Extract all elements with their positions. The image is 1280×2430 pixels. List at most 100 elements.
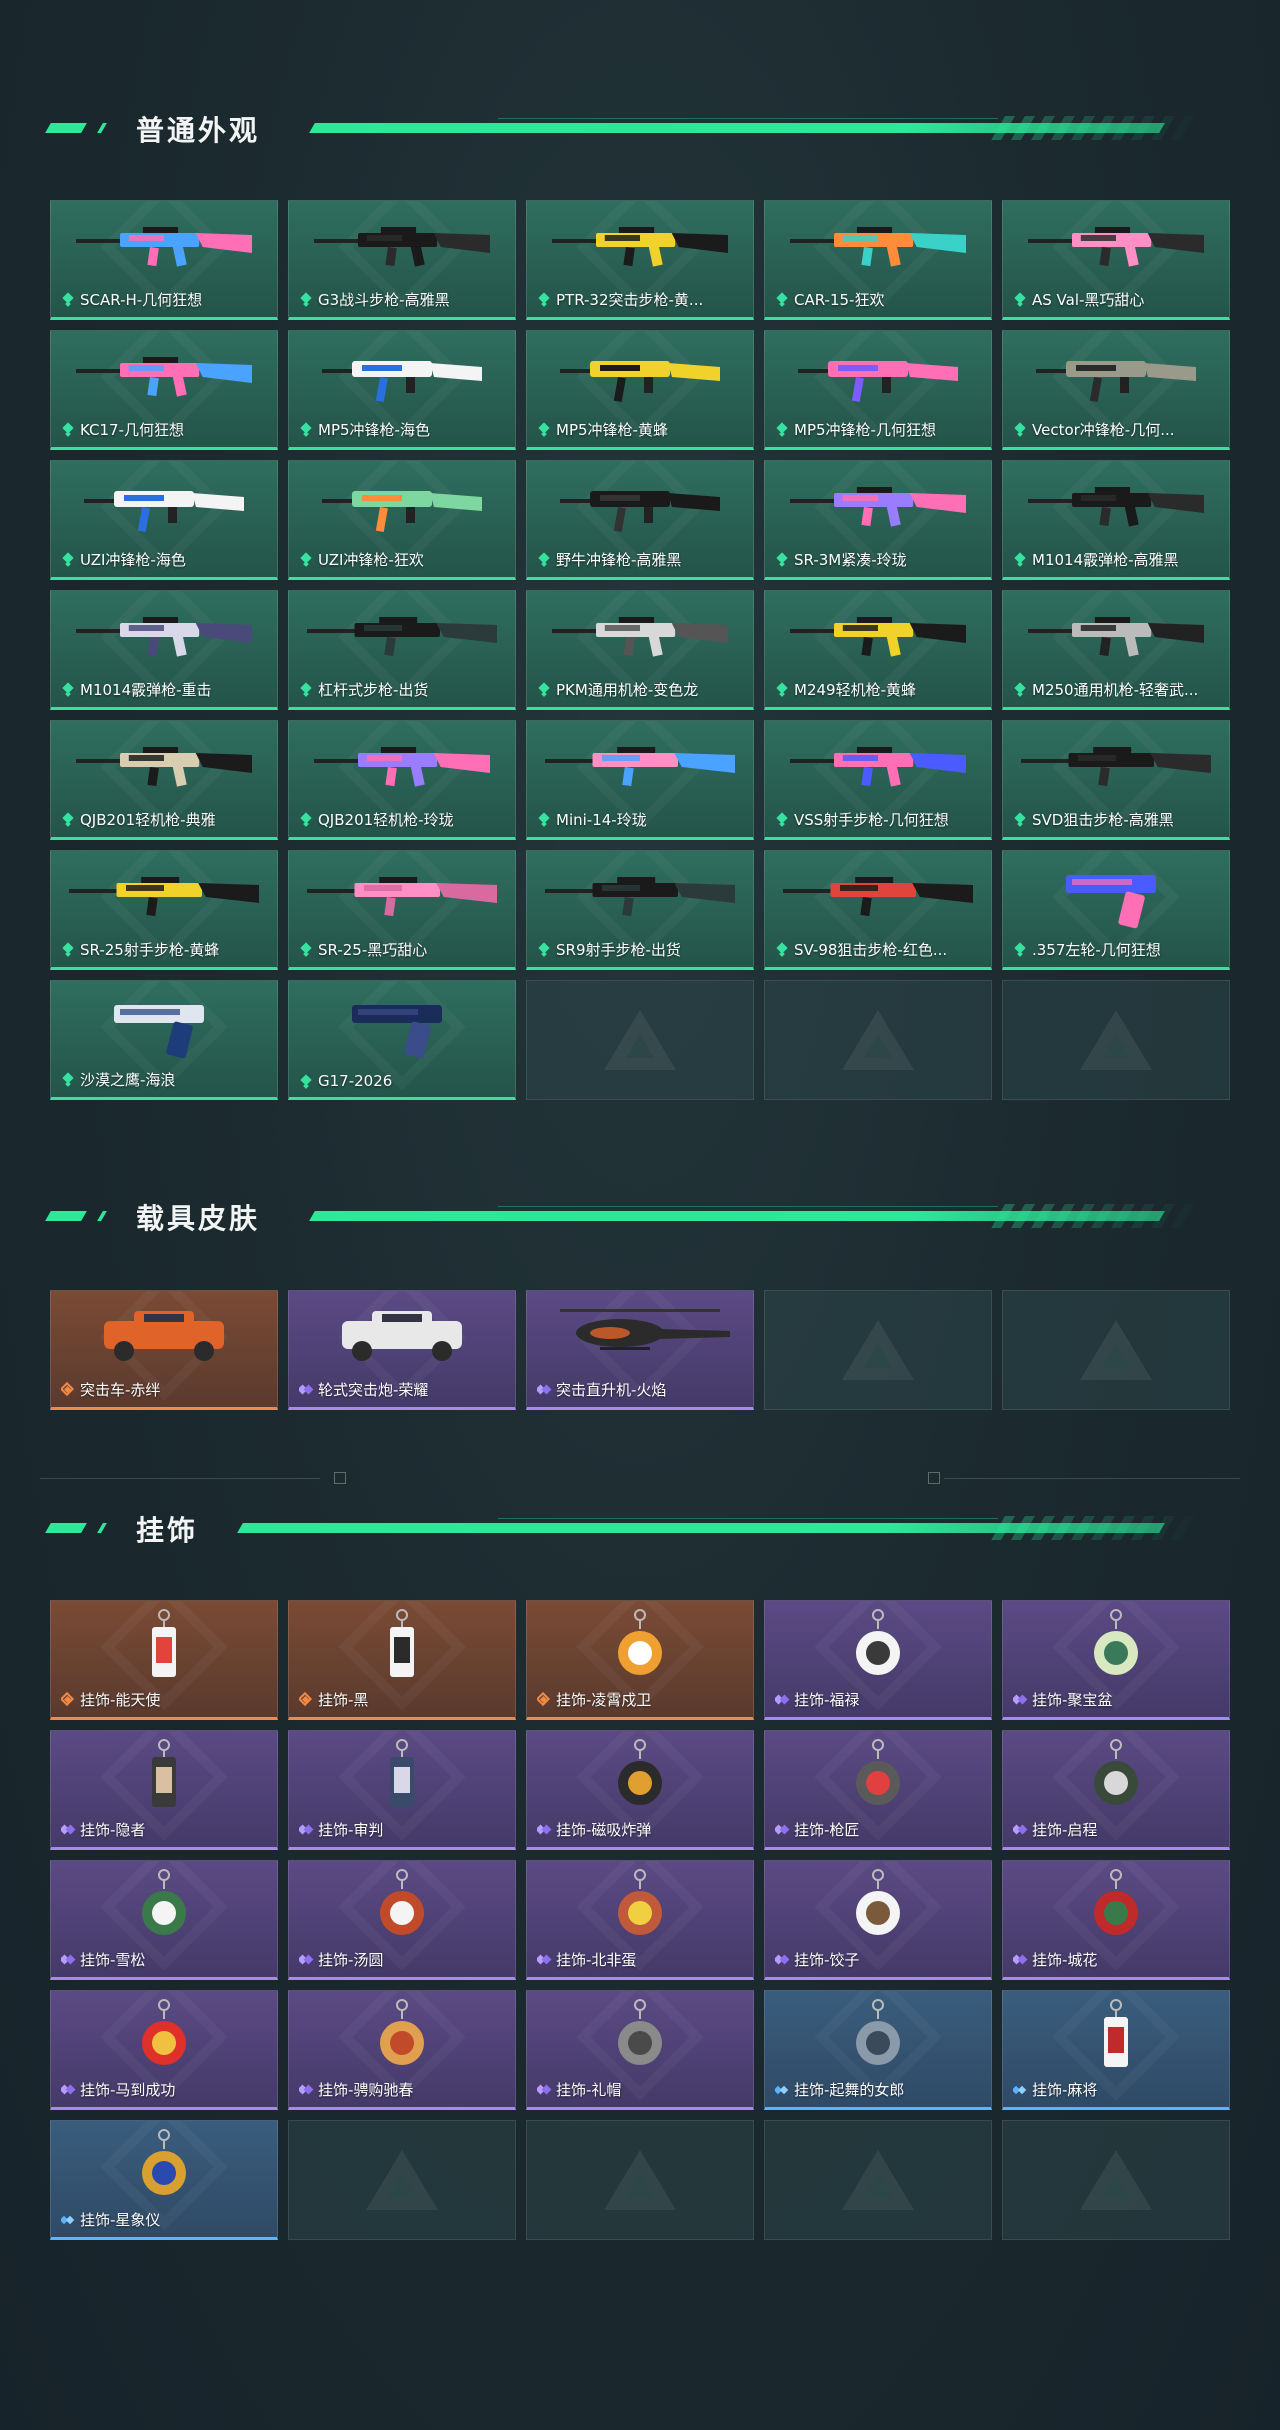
item-card[interactable]: MP5冲锋枪-海色	[288, 330, 516, 450]
item-label: G3战斗步枪-高雅黑	[299, 289, 509, 310]
item-name: AS Val-黑巧甜心	[1032, 291, 1145, 309]
item-card[interactable]: 沙漠之鹰-海浪	[50, 980, 278, 1100]
rarity-purple-icon	[61, 1953, 74, 1966]
item-card[interactable]: 挂饰-饺子	[764, 1860, 992, 1980]
item-card[interactable]: 杠杆式步枪-出货	[288, 590, 516, 710]
item-card[interactable]: SVD狙击步枪-高雅黑	[1002, 720, 1230, 840]
smg-bizon-black-skin	[537, 469, 743, 541]
item-card[interactable]: 挂饰-起舞的女郎	[764, 1990, 992, 2110]
item-card[interactable]: 挂饰-麻将	[1002, 1990, 1230, 2110]
item-label: 挂饰-麻将	[1013, 2079, 1223, 2100]
item-name: CAR-15-狂欢	[794, 291, 885, 309]
empty-slot	[1002, 1290, 1230, 1410]
item-card[interactable]: M1014霰弹枪-重击	[50, 590, 278, 710]
placeholder-logo-icon	[842, 2150, 914, 2210]
item-card[interactable]: UZI冲锋枪-狂欢	[288, 460, 516, 580]
item-card[interactable]: 野牛冲锋枪-高雅黑	[526, 460, 754, 580]
item-card[interactable]: 挂饰-马到成功	[50, 1990, 278, 2110]
item-name: PTR-32突击步枪-黄...	[556, 291, 704, 309]
item-label: SCAR-H-几何狂想	[61, 289, 271, 310]
item-card[interactable]: QJB201轻机枪-玲珑	[288, 720, 516, 840]
item-name: M249轻机枪-黄蜂	[794, 681, 916, 699]
item-card[interactable]: 挂饰-福禄	[764, 1600, 992, 1720]
placeholder-logo-icon	[366, 2150, 438, 2210]
item-card[interactable]: PTR-32突击步枪-黄...	[526, 200, 754, 320]
item-label: 挂饰-启程	[1013, 1819, 1223, 1840]
item-card[interactable]: SCAR-H-几何狂想	[50, 200, 278, 320]
rifle-sr3m-purple-skin	[775, 469, 981, 541]
item-card[interactable]: 挂饰-雪松	[50, 1860, 278, 1980]
item-card[interactable]: 挂饰-北非蛋	[526, 1860, 754, 1980]
item-label: 挂饰-马到成功	[61, 2079, 271, 2100]
item-card[interactable]: AS Val-黑巧甜心	[1002, 200, 1230, 320]
item-card[interactable]: SR-25-黑巧甜心	[288, 850, 516, 970]
item-card[interactable]: M1014霰弹枪-高雅黑	[1002, 460, 1230, 580]
charm-snow-pine	[61, 1869, 267, 1941]
lmg-qjb201-tan-skin	[61, 729, 267, 801]
item-label: SR-25-黑巧甜心	[299, 939, 509, 960]
item-card[interactable]: G17-2026	[288, 980, 516, 1100]
rifle-car15-party-skin	[775, 209, 981, 281]
item-name: SR9射手步枪-出货	[556, 941, 681, 959]
item-card[interactable]: 突击直升机-火焰	[526, 1290, 754, 1410]
item-card[interactable]: CAR-15-狂欢	[764, 200, 992, 320]
item-card[interactable]: MP5冲锋枪-黄蜂	[526, 330, 754, 450]
item-name: 挂饰-起舞的女郎	[794, 2081, 905, 2099]
item-card[interactable]: 挂饰-隐者	[50, 1730, 278, 1850]
item-card[interactable]: M249轻机枪-黄蜂	[764, 590, 992, 710]
rarity-purple-icon	[299, 1823, 312, 1836]
item-card[interactable]: PKM通用机枪-变色龙	[526, 590, 754, 710]
item-card[interactable]: UZI冲锋枪-海色	[50, 460, 278, 580]
item-card[interactable]: 突击车-赤绊	[50, 1290, 278, 1410]
item-card[interactable]: 挂饰-审判	[288, 1730, 516, 1850]
item-card[interactable]: 挂饰-枪匠	[764, 1730, 992, 1850]
item-card[interactable]: MP5冲锋枪-几何狂想	[764, 330, 992, 450]
wheeled-assault-gun-white-skin	[299, 1299, 505, 1371]
item-card[interactable]: SR9射手步枪-出货	[526, 850, 754, 970]
item-card[interactable]: 挂饰-骋购驰春	[288, 1990, 516, 2110]
item-name: 野牛冲锋枪-高雅黑	[556, 551, 682, 569]
item-label: 挂饰-饺子	[775, 1949, 985, 1970]
lmg-m249-yellow-skin	[775, 599, 981, 671]
item-card[interactable]: 挂饰-星象仪	[50, 2120, 278, 2240]
item-card[interactable]: Mini-14-玲珑	[526, 720, 754, 840]
item-name: Vector冲锋枪-几何...	[1032, 421, 1175, 439]
item-card[interactable]: Vector冲锋枪-几何...	[1002, 330, 1230, 450]
smg-uzi-white-blue-skin	[61, 469, 267, 541]
item-card[interactable]: 挂饰-能天使	[50, 1600, 278, 1720]
item-card[interactable]: M250通用机枪-轻奢武...	[1002, 590, 1230, 710]
item-card[interactable]: 挂饰-磁吸炸弹	[526, 1730, 754, 1850]
item-card[interactable]: 挂饰-礼帽	[526, 1990, 754, 2110]
item-card[interactable]: 挂饰-汤圆	[288, 1860, 516, 1980]
item-card[interactable]: 挂饰-凌霄戍卫	[526, 1600, 754, 1720]
page: 普通外观 SCAR-H-几何狂想 G3战斗步枪-高雅黑 PTR-32突击步枪-黄..…	[0, 0, 1280, 2430]
item-card[interactable]: SR-3M紧凑-玲珑	[764, 460, 992, 580]
placeholder-logo-icon	[604, 1010, 676, 1070]
item-name: 挂饰-枪匠	[794, 1821, 860, 1839]
item-label: PKM通用机枪-变色龙	[537, 679, 747, 700]
lmg-m250-silver-skin	[1013, 599, 1219, 671]
item-card[interactable]: 挂饰-城花	[1002, 1860, 1230, 1980]
charm-judgement-card	[299, 1739, 505, 1811]
item-card[interactable]: G3战斗步枪-高雅黑	[288, 200, 516, 320]
item-card[interactable]: 挂饰-黑	[288, 1600, 516, 1720]
revolver-357-pink-blue-skin	[1013, 859, 1219, 931]
item-label: 野牛冲锋枪-高雅黑	[537, 549, 747, 570]
item-card[interactable]: SR-25射手步枪-黄蜂	[50, 850, 278, 970]
item-card[interactable]: 挂饰-启程	[1002, 1730, 1230, 1850]
item-card[interactable]: VSS射手步枪-几何狂想	[764, 720, 992, 840]
item-card[interactable]: 轮式突击炮-荣耀	[288, 1290, 516, 1410]
rarity-green-icon	[775, 943, 788, 956]
item-card[interactable]: 挂饰-聚宝盆	[1002, 1600, 1230, 1720]
rarity-green-icon	[537, 813, 550, 826]
header-checker	[991, 116, 1205, 140]
item-card[interactable]: .357左轮-几何狂想	[1002, 850, 1230, 970]
divider-line	[944, 1478, 1240, 1479]
item-label: 挂饰-能天使	[61, 1689, 271, 1710]
item-card[interactable]: KC17-几何狂想	[50, 330, 278, 450]
section-title: 挂饰	[136, 1514, 199, 1547]
item-label: MP5冲锋枪-黄蜂	[537, 419, 747, 440]
item-card[interactable]: QJB201轻机枪-典雅	[50, 720, 278, 840]
item-name: M250通用机枪-轻奢武...	[1032, 681, 1199, 699]
item-card[interactable]: SV-98狙击步枪-红色...	[764, 850, 992, 970]
